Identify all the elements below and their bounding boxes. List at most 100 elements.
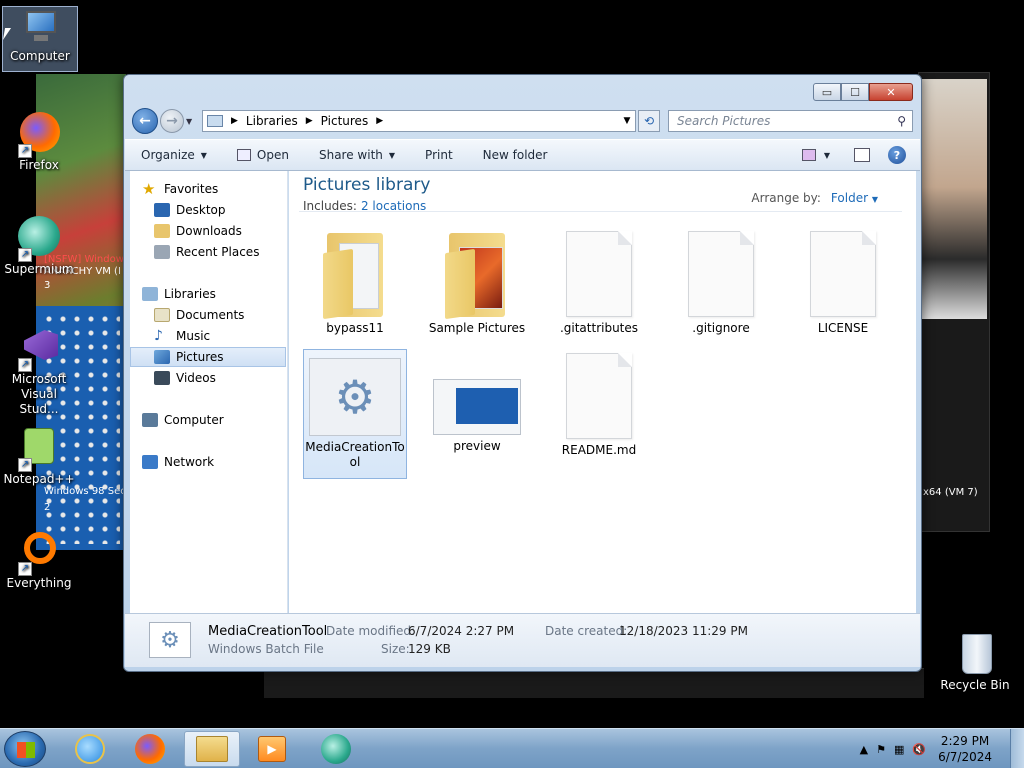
nav-label: Videos xyxy=(176,371,216,385)
bg-window-count: 3 xyxy=(44,280,51,291)
organize-button[interactable]: Organize ▼ xyxy=(141,148,207,162)
breadcrumb-chevron-icon[interactable]: ▶ xyxy=(376,116,383,126)
file-name: bypass11 xyxy=(326,321,384,335)
view-dropdown-icon[interactable]: ▼ xyxy=(824,151,830,160)
command-bar: Organize ▼ Open Share with ▼ Print New fol… xyxy=(125,139,920,171)
help-icon[interactable]: ? xyxy=(888,146,906,164)
desktop-icon-everything[interactable]: ↗ Everything xyxy=(0,528,78,591)
chevron-down-icon: ▼ xyxy=(388,150,396,160)
bg-window-right-label: x64 (VM 7) xyxy=(923,487,978,498)
desktop-icon-firefox[interactable]: ↗ Firefox xyxy=(0,110,78,173)
open-button[interactable]: Open xyxy=(236,148,289,162)
action-center-flag-icon[interactable]: ⚑ xyxy=(876,743,886,756)
taskbar-internet-explorer[interactable] xyxy=(62,731,118,767)
breadcrumb-pictures[interactable]: Pictures xyxy=(321,114,369,128)
minimize-button[interactable]: ▭ xyxy=(813,83,841,101)
nav-pictures[interactable]: Pictures xyxy=(130,347,286,367)
open-icon xyxy=(236,149,251,161)
search-icon[interactable]: ⚲ xyxy=(897,114,906,128)
back-button[interactable]: ← xyxy=(132,108,158,134)
supermium-icon: ↗ xyxy=(16,214,62,262)
system-tray: ▲ ⚑ ▦ 🔇 2:29 PM 6/7/2024 xyxy=(860,729,1024,768)
shortcut-arrow-icon: ↗ xyxy=(18,358,32,372)
file-item[interactable]: LICENSE xyxy=(791,227,895,336)
media-player-icon: ▶ xyxy=(258,736,286,762)
arrange-by-dropdown[interactable]: Folder ▼ xyxy=(831,191,878,205)
breadcrumb-libraries[interactable]: Libraries xyxy=(246,114,298,128)
file-list-pane[interactable]: Pictures library Includes: 2 locations Ar… xyxy=(289,171,916,613)
documents-icon xyxy=(154,308,170,322)
nav-network[interactable]: Network xyxy=(142,452,298,472)
desktop-icon-label: Firefox xyxy=(19,158,59,172)
nav-label: Favorites xyxy=(164,182,219,196)
caption-buttons: ▭ ☐ ✕ xyxy=(813,83,913,101)
nav-computer[interactable]: Computer xyxy=(142,410,298,430)
maximize-button[interactable]: ☐ xyxy=(841,83,869,101)
nav-downloads[interactable]: Downloads xyxy=(154,221,310,241)
taskbar-media-player[interactable]: ▶ xyxy=(244,731,300,767)
close-button[interactable]: ✕ xyxy=(869,83,913,101)
desktop-icon-supermium[interactable]: ↗ Supermium xyxy=(0,214,78,277)
forward-button[interactable]: → xyxy=(160,109,184,133)
change-view-icon[interactable] xyxy=(801,149,816,161)
search-input[interactable]: Search Pictures ⚲ xyxy=(668,110,913,132)
new-folder-button[interactable]: New folder xyxy=(483,148,548,162)
file-item[interactable]: .gitignore xyxy=(669,227,773,336)
breadcrumb-chevron-icon[interactable]: ▶ xyxy=(231,116,238,126)
recent-pages-dropdown[interactable]: ▼ xyxy=(186,117,196,126)
nav-desktop[interactable]: Desktop xyxy=(154,200,310,220)
desktop-icon-visual-studio[interactable]: ↗ Microsoft Visual Stud... xyxy=(0,324,78,417)
breadcrumb-chevron-icon[interactable]: ▶ xyxy=(306,116,313,126)
file-item[interactable]: preview xyxy=(425,349,529,454)
libraries-icon xyxy=(142,287,158,301)
explorer-window[interactable]: ▭ ☐ ✕ ← → ▼ ▶ Libraries ▶ Pictures ▶ ▼ ⟲… xyxy=(123,74,922,672)
folder-icon xyxy=(196,736,228,762)
nav-label: Music xyxy=(176,329,211,343)
nav-recent-places[interactable]: Recent Places xyxy=(154,242,310,262)
show-desktop-button[interactable] xyxy=(1010,729,1024,768)
file-item[interactable]: README.md xyxy=(547,349,651,458)
refresh-button[interactable]: ⟲ xyxy=(638,110,660,132)
desktop-icon-computer[interactable]: Computer xyxy=(2,6,78,72)
network-icon xyxy=(142,455,158,469)
file-name: .gitignore xyxy=(692,321,750,335)
taskbar-file-explorer[interactable] xyxy=(184,731,240,767)
background-window-right[interactable]: x64 (VM 7) xyxy=(918,72,990,532)
start-button[interactable] xyxy=(4,731,46,767)
nav-label: Computer xyxy=(164,413,224,427)
bg-window-title-2: Windows 98 Seco xyxy=(44,486,132,497)
desktop-icon-notepad-plus-plus[interactable]: ↗ Notepad++ xyxy=(0,424,78,487)
taskbar: ▶ ▲ ⚑ ▦ 🔇 2:29 PM 6/7/2024 xyxy=(0,728,1024,768)
show-hidden-icons-icon[interactable]: ▲ xyxy=(860,743,868,756)
taskbar-supermium[interactable] xyxy=(308,731,364,767)
address-dropdown-icon[interactable]: ▼ xyxy=(619,116,635,126)
file-name: preview xyxy=(453,439,501,453)
background-window-bottom[interactable] xyxy=(264,668,924,698)
print-button[interactable]: Print xyxy=(425,148,453,162)
desktop-icon-label: Everything xyxy=(6,576,72,590)
desktop-icon-recycle-bin[interactable]: Recycle Bin xyxy=(936,630,1014,693)
videos-icon xyxy=(154,371,170,385)
nav-music[interactable]: ♪ Music xyxy=(154,326,310,346)
share-with-button[interactable]: Share with ▼ xyxy=(319,148,395,162)
nav-videos[interactable]: Videos xyxy=(154,368,310,388)
file-item[interactable]: .gitattributes xyxy=(547,227,651,336)
nav-libraries[interactable]: Libraries xyxy=(142,284,298,304)
address-bar[interactable]: ▶ Libraries ▶ Pictures ▶ ▼ xyxy=(202,110,636,132)
taskbar-firefox[interactable] xyxy=(122,731,178,767)
clock-time: 2:29 PM xyxy=(940,734,990,748)
date-modified-label: Date modified: xyxy=(326,624,416,638)
desktop-icon-label: Recycle Bin xyxy=(940,678,1010,692)
clock[interactable]: 2:29 PM 6/7/2024 xyxy=(938,733,992,765)
file-item-selected[interactable]: ⚙ MediaCreationTool xyxy=(303,349,407,479)
address-row: ← → ▼ ▶ Libraries ▶ Pictures ▶ ▼ ⟲ Searc… xyxy=(132,107,913,135)
file-item[interactable]: bypass11 xyxy=(303,227,407,336)
preview-pane-icon[interactable] xyxy=(854,148,870,162)
nav-documents[interactable]: Documents xyxy=(154,305,310,325)
nav-favorites[interactable]: ★ Favorites xyxy=(142,179,298,199)
volume-muted-icon[interactable]: 🔇 xyxy=(912,743,926,756)
network-icon[interactable]: ▦ xyxy=(894,743,904,756)
nav-label: Pictures xyxy=(176,350,224,364)
recycle-bin-icon xyxy=(952,630,998,676)
file-item[interactable]: Sample Pictures xyxy=(425,227,529,336)
